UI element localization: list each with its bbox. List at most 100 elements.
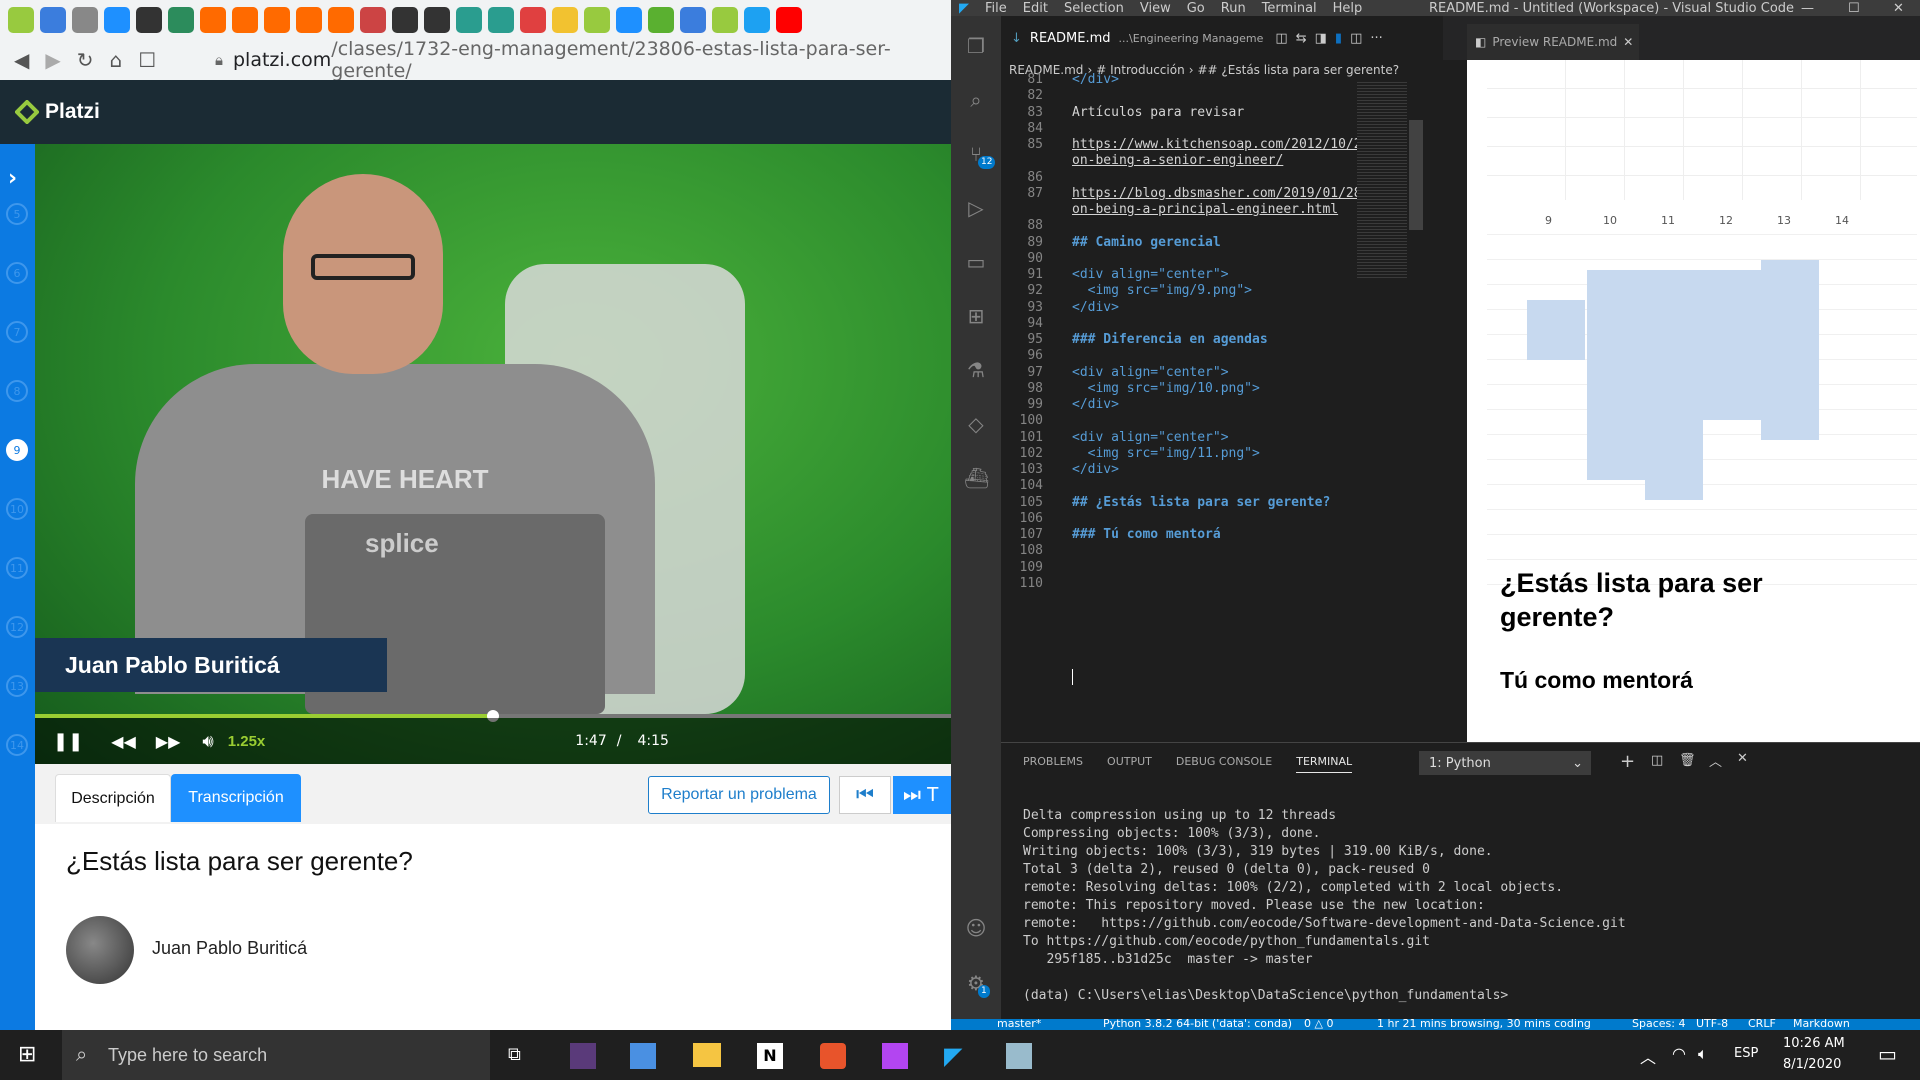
status-language[interactable]: Markdown	[1793, 1017, 1850, 1030]
menu-help[interactable]: Help	[1333, 1, 1363, 16]
author-name[interactable]: Juan Pablo Buriticá	[152, 938, 307, 959]
bookmark-x2-icon[interactable]	[488, 7, 514, 33]
video-player[interactable]: HAVE HEART splice Juan Pablo Buriticá ❚❚…	[35, 144, 951, 764]
rail-class-number[interactable]: 14	[6, 734, 28, 756]
status-encoding[interactable]: UTF-8	[1696, 1017, 1728, 1030]
bookmark-icon[interactable]: ☐	[138, 48, 156, 72]
rail-class-number[interactable]: 5	[6, 203, 28, 225]
maximize-icon[interactable]: ☐	[1848, 1, 1860, 16]
settings-icon[interactable]: ⚙ 1	[964, 971, 990, 998]
minimap[interactable]	[1357, 80, 1407, 280]
code-line[interactable]: ## Camino gerencial	[1072, 235, 1221, 250]
rail-class-number[interactable]: 11	[6, 557, 28, 579]
code-line[interactable]: https://www.kitchensoap.com/2012/10/25/	[1072, 137, 1377, 152]
panel-tab-debug-console[interactable]: DEBUG CONSOLE	[1176, 755, 1272, 773]
trash-icon[interactable]: 🗑︎	[1679, 753, 1696, 768]
back-icon[interactable]: ◀	[14, 48, 29, 72]
forward-skip-icon[interactable]: ▶▶	[156, 732, 181, 751]
more-actions-icon[interactable]: ···	[1370, 31, 1382, 46]
report-problem-button[interactable]: Reportar un problema	[648, 776, 830, 814]
next-class-button[interactable]: ⏭︎ T	[893, 776, 951, 814]
close-window-icon[interactable]: ✕	[1893, 1, 1904, 16]
store-icon[interactable]	[630, 1043, 656, 1069]
taskbar-app-8[interactable]	[1006, 1043, 1032, 1069]
taskbar-app-1[interactable]	[570, 1043, 596, 1069]
bookmark-sq-icon[interactable]	[616, 7, 642, 33]
bookmark-box-icon[interactable]	[104, 7, 130, 33]
avatar[interactable]	[66, 916, 134, 984]
account-icon[interactable]: ☺	[964, 916, 988, 940]
bookmark-circle-icon[interactable]	[72, 7, 98, 33]
explorer-icon[interactable]: ❐	[964, 34, 988, 58]
extensions-icon[interactable]: ⊞	[964, 304, 988, 328]
new-terminal-icon[interactable]: +	[1620, 751, 1635, 772]
panel-tab-terminal[interactable]: TERMINAL	[1296, 755, 1353, 773]
platzi-logo[interactable]: Platzi	[15, 100, 100, 124]
bookmark-face1-icon[interactable]	[392, 7, 418, 33]
panel-tab-problems[interactable]: PROBLEMS	[1023, 755, 1083, 773]
bookmark-platzi2-icon[interactable]	[584, 7, 610, 33]
code-line[interactable]: <div align="center">	[1072, 365, 1229, 380]
expand-rail-icon[interactable]: ›	[8, 166, 17, 191]
close-preview-icon[interactable]: ✕	[1623, 35, 1633, 49]
menu-edit[interactable]: Edit	[1023, 1, 1048, 16]
menu-view[interactable]: View	[1140, 1, 1171, 16]
docker-icon[interactable]: ⛴	[964, 466, 989, 490]
wifi-icon[interactable]: ◠	[1672, 1044, 1686, 1063]
menu-terminal[interactable]: Terminal	[1262, 1, 1317, 16]
status-python[interactable]: Python 3.8.2 64-bit ('data': conda)	[1103, 1017, 1292, 1030]
remote-explorer-icon[interactable]: ▭	[964, 250, 988, 274]
code-line[interactable]: ## ¿Estás lista para ser gerente?	[1072, 495, 1330, 510]
gitlens-icon[interactable]: ◇	[964, 412, 988, 436]
code-editor[interactable]: 81 </div> 82 83 Artículos para revisar 84 85 ht…	[1001, 72, 1425, 740]
gitlens-tab-icon[interactable]: ▮	[1335, 31, 1342, 46]
vscode-taskbar-icon[interactable]: ◤	[944, 1043, 970, 1069]
menu-go[interactable]: Go	[1187, 1, 1205, 16]
phpstorm-icon[interactable]	[882, 1043, 908, 1069]
bookmark-x1-icon[interactable]	[456, 7, 482, 33]
status-time[interactable]: 1 hr 21 mins browsing, 30 mins coding	[1377, 1017, 1591, 1030]
status-spaces[interactable]: Spaces: 4	[1632, 1017, 1685, 1030]
code-line[interactable]: on-being-a-principal-engineer.html	[1072, 202, 1338, 217]
home-icon[interactable]: ⌂	[110, 48, 123, 72]
rail-class-number[interactable]: 10	[6, 498, 28, 520]
bookmark-github-icon[interactable]	[136, 7, 162, 33]
code-line[interactable]: Artículos para revisar	[1072, 105, 1244, 120]
code-line[interactable]: </div>	[1072, 72, 1119, 87]
terminal-select[interactable]: 1: Python ⌄	[1419, 751, 1591, 775]
task-view-icon[interactable]: ⧉	[508, 1044, 521, 1065]
tray-chevron-icon[interactable]: ︿	[1640, 1044, 1656, 1068]
split-editor-icon[interactable]: ◫	[1350, 31, 1362, 46]
scrollbar[interactable]	[1409, 120, 1423, 230]
bookmark-face2-icon[interactable]	[424, 7, 450, 33]
code-line[interactable]: <img src="img/9.png">	[1072, 283, 1252, 298]
bookmark-p3-icon[interactable]	[264, 7, 290, 33]
status-problems[interactable]: 0 △ 0	[1304, 1017, 1333, 1030]
brave-icon[interactable]	[820, 1043, 846, 1069]
bookmark-p1-icon[interactable]	[200, 7, 226, 33]
close-panel-icon[interactable]: ✕	[1737, 751, 1748, 766]
bookmark-p2-icon[interactable]	[232, 7, 258, 33]
volume-icon[interactable]: 🔊︎	[202, 731, 213, 752]
tab-preview[interactable]: ◧ Preview README.md ✕	[1467, 24, 1639, 60]
bookmark-nginx-icon[interactable]	[360, 7, 386, 33]
bookmark-owl-icon[interactable]	[648, 7, 674, 33]
rail-class-number[interactable]: 8	[6, 380, 28, 402]
rail-class-number[interactable]: 9	[6, 439, 28, 461]
rail-class-number[interactable]: 12	[6, 616, 28, 638]
code-line[interactable]: on-being-a-senior-engineer/	[1072, 153, 1283, 168]
menu-file[interactable]: File	[985, 1, 1007, 16]
language-indicator[interactable]: ESP	[1734, 1046, 1758, 1061]
breadcrumb-subheading[interactable]: ## ¿Estás lista para ser gerente?	[1198, 63, 1400, 77]
speed-button[interactable]: 1.25x	[228, 733, 266, 750]
bookmark-platzi3-icon[interactable]	[712, 7, 738, 33]
reload-icon[interactable]: ↻	[77, 48, 94, 72]
bookmark-p5-icon[interactable]	[328, 7, 354, 33]
maximize-panel-icon[interactable]: ︿	[1709, 751, 1722, 770]
bookmark-twitter-icon[interactable]	[744, 7, 770, 33]
rewind-icon[interactable]: ◀◀	[111, 732, 136, 751]
bookmark-platzi-icon[interactable]	[8, 7, 34, 33]
run-debug-icon[interactable]: ▷	[964, 196, 988, 220]
status-branch[interactable]: master*	[997, 1017, 1041, 1030]
taskbar-search[interactable]: ⌕ Type here to search	[62, 1030, 490, 1080]
